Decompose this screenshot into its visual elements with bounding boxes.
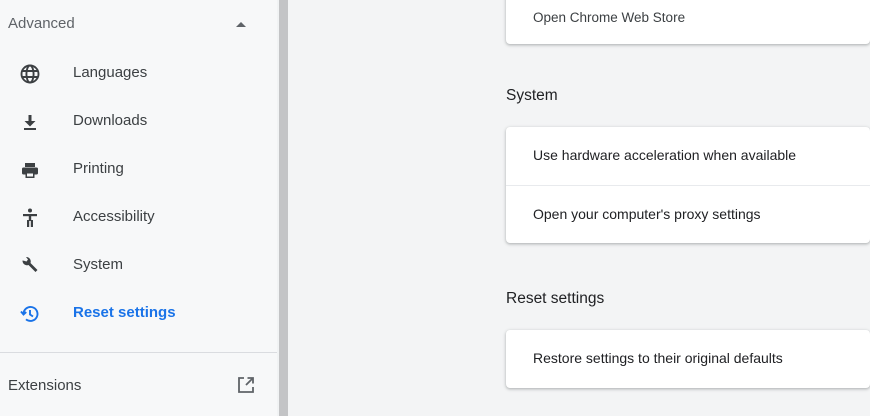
proxy-settings-label: Open your computer's proxy settings bbox=[533, 206, 761, 222]
system-card: Use hardware acceleration when available… bbox=[506, 127, 870, 243]
sidebar-item-extensions[interactable]: Extensions bbox=[0, 360, 277, 408]
download-icon bbox=[18, 110, 42, 134]
sidebar-item-label: Reset settings bbox=[73, 304, 176, 321]
advanced-label: Advanced bbox=[8, 15, 75, 32]
open-chrome-web-store-label: Open Chrome Web Store bbox=[533, 10, 686, 25]
open-chrome-web-store-row[interactable]: Open Chrome Web Store bbox=[506, 0, 870, 44]
sidebar-divider bbox=[0, 352, 277, 353]
extensions-label: Extensions bbox=[8, 377, 82, 394]
sidebar-item-label: Printing bbox=[73, 160, 124, 177]
printer-icon bbox=[18, 158, 42, 182]
main-content: Open Chrome Web Store System Use hardwar… bbox=[288, 0, 870, 416]
sidebar-item-downloads[interactable]: Downloads bbox=[0, 98, 277, 146]
sidebar-item-label: Languages bbox=[73, 64, 148, 81]
hardware-acceleration-label: Use hardware acceleration when available bbox=[533, 147, 797, 163]
sidebar-item-reset-settings[interactable]: Reset settings bbox=[0, 290, 277, 338]
proxy-settings-row[interactable]: Open your computer's proxy settings bbox=[506, 185, 870, 243]
restore-defaults-label: Restore settings to their original defau… bbox=[533, 350, 783, 366]
caret-up-icon[interactable] bbox=[236, 22, 246, 27]
advanced-section-header[interactable]: Advanced bbox=[0, 0, 277, 50]
sidebar-item-printing[interactable]: Printing bbox=[0, 146, 277, 194]
wrench-icon bbox=[18, 254, 42, 278]
sidebar-item-label: Accessibility bbox=[73, 208, 155, 225]
hardware-acceleration-row[interactable]: Use hardware acceleration when available bbox=[506, 127, 870, 185]
pane-divider[interactable] bbox=[279, 0, 288, 416]
chrome-web-store-card: Open Chrome Web Store bbox=[506, 0, 870, 44]
sidebar: Advanced Languages Downloads Printing Ac… bbox=[0, 0, 277, 416]
system-section-title: System bbox=[506, 87, 558, 104]
sidebar-item-system[interactable]: System bbox=[0, 242, 277, 290]
restore-defaults-row[interactable]: Restore settings to their original defau… bbox=[506, 330, 870, 388]
sidebar-item-accessibility[interactable]: Accessibility bbox=[0, 194, 277, 242]
sidebar-item-label: System bbox=[73, 256, 124, 273]
sidebar-item-languages[interactable]: Languages bbox=[0, 50, 277, 98]
accessibility-icon bbox=[18, 206, 42, 230]
reset-settings-section-title: Reset settings bbox=[506, 290, 605, 307]
sidebar-item-label: Downloads bbox=[73, 112, 148, 129]
open-in-new-icon bbox=[236, 375, 256, 395]
reset-card: Restore settings to their original defau… bbox=[506, 330, 870, 388]
globe-icon bbox=[18, 62, 42, 86]
reset-history-icon bbox=[18, 302, 42, 326]
